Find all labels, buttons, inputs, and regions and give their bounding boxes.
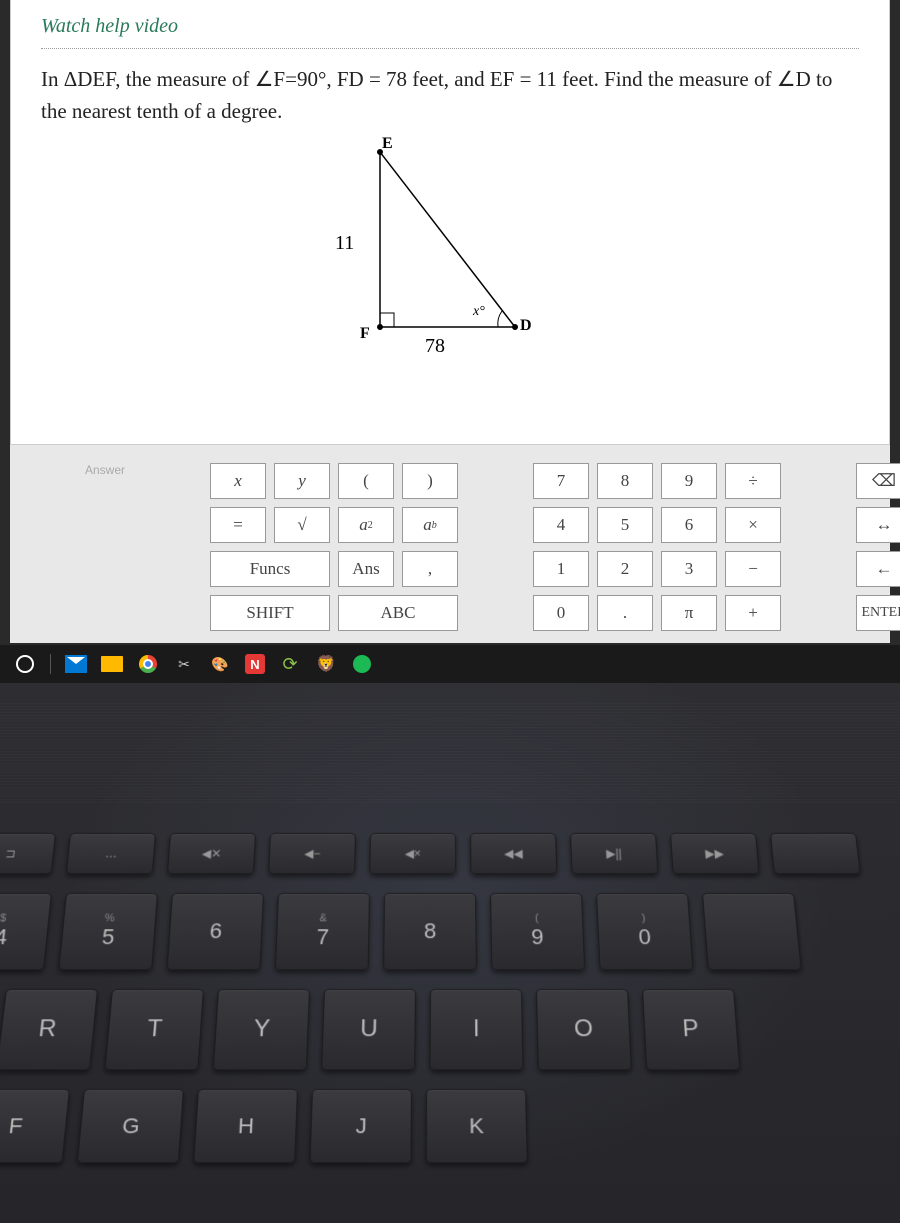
screen-bezel (0, 703, 900, 803)
key-funcs[interactable]: Funcs (210, 551, 330, 587)
physical-key (770, 833, 861, 874)
key-abc[interactable]: ABC (338, 595, 458, 631)
physical-key: G (77, 1089, 184, 1163)
physical-key: (9 (490, 893, 585, 970)
key-ans[interactable]: Ans (338, 551, 394, 587)
key-x[interactable]: x (210, 463, 266, 499)
physical-key: O (536, 989, 632, 1070)
vertex-f-label: F (360, 325, 370, 343)
spotify-icon[interactable] (351, 653, 373, 675)
key-delete[interactable]: ⌫ (856, 463, 900, 499)
key-enter[interactable]: ENTER (856, 595, 900, 631)
physical-key: ▶|| (570, 833, 659, 874)
key-square[interactable]: a2 (338, 507, 394, 543)
physical-key: ◀× (369, 833, 456, 874)
key-comma[interactable]: , (402, 551, 458, 587)
leftright-arrow-icon: ↔ (876, 515, 893, 535)
physical-key: ◀− (268, 833, 356, 874)
n-app-icon[interactable]: N (245, 654, 265, 674)
angle-d-label: x° (473, 304, 485, 320)
physical-key: 8 (383, 893, 477, 970)
physical-key: K (426, 1089, 528, 1163)
keyboard-fn-row: ⊐… ◀✕ ◀− ◀× ◀◀ ▶|| ▶▶ (0, 833, 900, 874)
physical-key: ◀✕ (167, 833, 256, 874)
paint-icon[interactable]: 🎨 (209, 653, 231, 675)
vertex-e-label: E (382, 135, 393, 153)
key-multiply[interactable]: × (725, 507, 781, 543)
physical-key: U (321, 989, 416, 1070)
key-dot[interactable]: . (597, 595, 653, 631)
key-plus[interactable]: + (725, 595, 781, 631)
key-lparen[interactable]: ( (338, 463, 394, 499)
keyboard-letter-row: RTYUIOP (0, 989, 900, 1070)
snip-icon[interactable]: ✂ (173, 653, 195, 675)
physical-key: &7 (275, 893, 370, 970)
mail-icon[interactable] (65, 653, 87, 675)
triangle-diagram: E F D 11 78 x° (41, 137, 859, 377)
side-fd-label: 78 (425, 335, 445, 358)
divider (41, 48, 859, 49)
calculator-keypad: Answer x y ( ) = √ a2 ab Funcs Ans , SHI… (10, 445, 890, 643)
watch-help-video-link[interactable]: Watch help video (41, 10, 178, 43)
brave-icon[interactable]: 🦁 (315, 653, 337, 675)
keyboard-bottom-row: FGHJK (0, 1089, 900, 1163)
physical-key: F (0, 1089, 70, 1163)
file-explorer-icon[interactable] (101, 653, 123, 675)
physical-key: R (0, 989, 98, 1070)
key-leftright[interactable]: ↔ (856, 507, 900, 543)
key-y[interactable]: y (274, 463, 330, 499)
backspace-icon: ⌫ (872, 471, 896, 491)
left-arrow-icon: ← (876, 559, 893, 579)
physical-key: P (642, 989, 740, 1070)
physical-key: ◀◀ (470, 833, 557, 874)
physical-key: I (429, 989, 523, 1070)
physical-key (702, 893, 802, 970)
taskbar-separator (50, 654, 51, 674)
cortana-icon[interactable] (14, 653, 36, 675)
physical-key: 6 (166, 893, 264, 970)
physical-key: H (193, 1089, 298, 1163)
keypad-group-vars: x y ( ) = √ a2 ab Funcs Ans , SHIFT ABC (210, 463, 458, 631)
key-3[interactable]: 3 (661, 551, 717, 587)
key-rparen[interactable]: ) (402, 463, 458, 499)
key-7[interactable]: 7 (533, 463, 589, 499)
key-8[interactable]: 8 (597, 463, 653, 499)
key-pi[interactable]: π (661, 595, 717, 631)
key-5[interactable]: 5 (597, 507, 653, 543)
physical-key: ⊐ (0, 833, 56, 874)
key-equals[interactable]: = (210, 507, 266, 543)
key-6[interactable]: 6 (661, 507, 717, 543)
key-4[interactable]: 4 (533, 507, 589, 543)
key-0[interactable]: 0 (533, 595, 589, 631)
physical-key: ▶▶ (670, 833, 760, 874)
answer-label: Answer (85, 463, 125, 477)
key-divide[interactable]: ÷ (725, 463, 781, 499)
key-minus[interactable]: − (725, 551, 781, 587)
vertex-d-label: D (520, 317, 532, 335)
key-power[interactable]: ab (402, 507, 458, 543)
side-ef-label: 11 (335, 232, 354, 255)
key-1[interactable]: 1 (533, 551, 589, 587)
key-2[interactable]: 2 (597, 551, 653, 587)
worksheet-panel: Watch help video In ΔDEF, the measure of… (10, 0, 890, 445)
physical-key: T (104, 989, 204, 1070)
question-text: In ΔDEF, the measure of ∠F=90°, FD = 78 … (41, 64, 859, 127)
key-shift[interactable]: SHIFT (210, 595, 330, 631)
physical-key: … (66, 833, 156, 874)
keyboard-number-row: $4%56&78(9)0 (0, 893, 900, 970)
key-sqrt[interactable]: √ (274, 507, 330, 543)
physical-key: )0 (596, 893, 694, 970)
key-9[interactable]: 9 (661, 463, 717, 499)
keypad-group-numeric: 7 8 9 ÷ 4 5 6 × 1 2 3 − 0 . π + (533, 463, 781, 631)
key-back[interactable]: ← (856, 551, 900, 587)
physical-keyboard-photo: ⊐… ◀✕ ◀− ◀× ◀◀ ▶|| ▶▶ $4%56&78(9)0 RTYUIOP FGH… (0, 683, 900, 1223)
keypad-group-actions: ⌫ ↔ ← ENTER (856, 463, 900, 631)
physical-key: J (309, 1089, 412, 1163)
physical-key: $4 (0, 893, 52, 970)
chrome-icon[interactable] (137, 653, 159, 675)
physical-key: %5 (58, 893, 158, 970)
windows-taskbar: ✂ 🎨 N ⟳ 🦁 (0, 645, 900, 683)
physical-key: Y (213, 989, 310, 1070)
steam-icon[interactable]: ⟳ (279, 653, 301, 675)
